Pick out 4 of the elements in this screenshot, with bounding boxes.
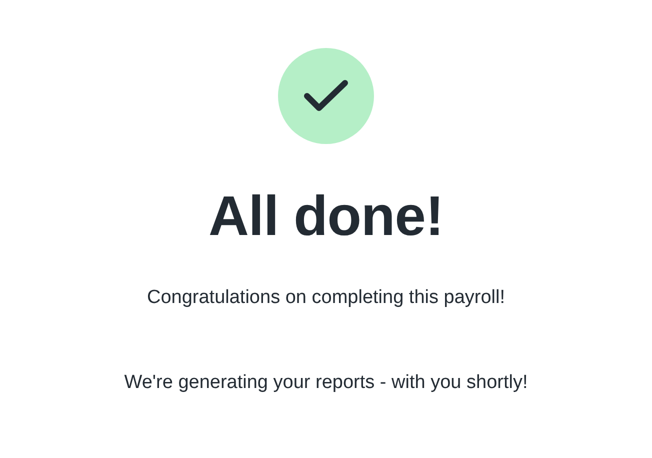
message-text: We're generating your reports - with you shortly! bbox=[124, 371, 528, 395]
checkmark-icon bbox=[303, 79, 349, 113]
message-text: Congratulations on completing this payroll! bbox=[146, 286, 506, 310]
heading: All done! bbox=[208, 188, 444, 244]
